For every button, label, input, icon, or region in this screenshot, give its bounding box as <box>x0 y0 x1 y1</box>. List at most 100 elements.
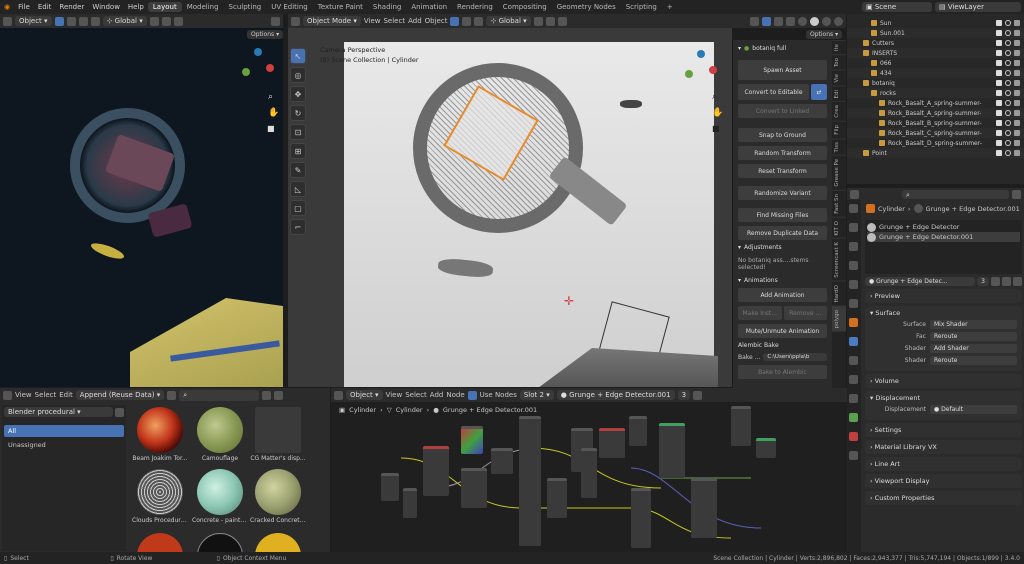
vtab-create[interactable]: Crea <box>832 101 846 122</box>
asset-library-dropdown[interactable]: Blender procedural ▾ <box>4 407 113 417</box>
material-library-panel[interactable]: › Material Library VX <box>865 440 1022 454</box>
gizmo-x-axis[interactable] <box>266 64 274 72</box>
main-proportional-icon[interactable] <box>557 16 567 26</box>
fake-user-icon[interactable] <box>991 277 1000 286</box>
render-camera-icon[interactable] <box>1014 50 1020 56</box>
asset-thumbnail-partial[interactable] <box>132 533 188 552</box>
wireframe-shading-icon[interactable] <box>798 16 807 26</box>
blender-logo-icon[interactable]: ◉ <box>0 3 14 11</box>
surface-panel-header[interactable]: ▾ Surface <box>870 309 1017 317</box>
mute-unmute-animation-button[interactable]: Mute/Unmute Animation <box>738 324 827 338</box>
workspace-tab-sculpting[interactable]: Sculpting <box>224 2 267 12</box>
bake-to-alembic-button[interactable]: Bake to Alembic <box>738 365 827 379</box>
visibility-eye-icon[interactable] <box>1005 40 1011 46</box>
asset-thumbnail[interactable]: Beam Joakim Tor... <box>132 407 188 463</box>
main-select-box-icon[interactable] <box>450 16 460 26</box>
view-layer-tab-icon[interactable] <box>849 261 858 270</box>
asset-thumbnail[interactable]: Camouflage <box>192 407 248 463</box>
vtab-tissue[interactable]: Tiss <box>832 137 846 156</box>
render-camera-icon[interactable] <box>1014 110 1020 116</box>
vtab-kit-ops[interactable]: KIT O <box>832 216 846 239</box>
exclude-checkbox-icon[interactable] <box>996 60 1002 66</box>
shader-node[interactable] <box>519 416 541 546</box>
overlay-toggle-icon[interactable] <box>774 16 783 26</box>
main-pan-icon[interactable]: ✋ <box>712 108 723 118</box>
main-menu-object[interactable]: Object <box>425 17 448 25</box>
render-camera-icon[interactable] <box>1014 80 1020 86</box>
workspace-tab-uv-editing[interactable]: UV Editing <box>266 2 313 12</box>
proportional-edit-icon[interactable] <box>173 16 183 26</box>
visibility-eye-icon[interactable] <box>1005 30 1011 36</box>
shader-node[interactable] <box>691 478 717 538</box>
shader-node[interactable] <box>461 426 483 454</box>
visibility-eye-icon[interactable] <box>1005 60 1011 66</box>
vtab-fast-snap[interactable]: Fast Sn <box>832 189 846 217</box>
outliner-row[interactable]: Rock_Basalt_D_spring-summer- <box>847 138 1024 148</box>
left-zoom-icon[interactable]: ⌕ <box>268 92 273 102</box>
scale-tool-icon[interactable]: ⊡ <box>290 124 306 140</box>
asset-display-icon[interactable] <box>167 390 177 400</box>
asset-settings-icon[interactable] <box>274 390 284 400</box>
viewport-display-panel[interactable]: › Viewport Display <box>865 474 1022 488</box>
outliner-row[interactable]: Rock_Basalt_A_spring-summer- <box>847 98 1024 108</box>
new-material-icon[interactable] <box>1002 277 1011 286</box>
main-zoom-icon[interactable]: ⌕ <box>712 92 717 102</box>
workspace-tab-scripting[interactable]: Scripting <box>621 2 662 12</box>
exclude-checkbox-icon[interactable] <box>996 40 1002 46</box>
render-camera-icon[interactable] <box>1014 70 1020 76</box>
scene-selector[interactable]: ▣ Scene <box>862 2 932 12</box>
convert-options-icon[interactable]: ⇄ <box>811 84 827 100</box>
left-object-mode-dropdown[interactable]: Object ▾ <box>15 16 52 26</box>
shader-node[interactable] <box>403 488 417 518</box>
gizmo-toggle-icon[interactable] <box>762 16 771 26</box>
render-camera-icon[interactable] <box>1014 30 1020 36</box>
physics-tab-icon[interactable] <box>849 375 858 384</box>
refresh-library-icon[interactable] <box>115 407 124 417</box>
constraints-tab-icon[interactable] <box>849 394 858 403</box>
find-missing-files-button[interactable]: Find Missing Files <box>738 208 827 222</box>
menu-file[interactable]: File <box>14 3 34 11</box>
exclude-checkbox-icon[interactable] <box>996 30 1002 36</box>
asset-thumbnail-partial[interactable] <box>250 533 306 552</box>
annotate-tool-icon[interactable]: ✎ <box>290 162 306 178</box>
vtab-flip[interactable]: Flip <box>832 121 846 138</box>
spawn-asset-button[interactable]: Spawn Asset <box>738 60 827 80</box>
main-menu-add[interactable]: Add <box>408 17 422 25</box>
visibility-eye-icon[interactable] <box>1005 50 1011 56</box>
render-camera-icon[interactable] <box>1014 90 1020 96</box>
reset-transform-button[interactable]: Reset Transform <box>738 164 827 178</box>
render-camera-icon[interactable] <box>1014 120 1020 126</box>
outliner-row[interactable]: Cutters <box>847 38 1024 48</box>
vtab-item[interactable]: Ite <box>832 40 846 55</box>
move-tool-icon[interactable]: ✥ <box>290 86 306 102</box>
exclude-checkbox-icon[interactable] <box>996 20 1002 26</box>
botaniq-panel-header[interactable]: ▾ ● botaniq full <box>738 45 827 52</box>
select-extend-icon[interactable] <box>66 16 76 26</box>
adjustments-section[interactable]: ▾ Adjustments <box>738 244 827 251</box>
shader-node-editor[interactable]: Object ▾ View Select Add Node Use Nodes … <box>331 388 847 552</box>
render-camera-icon[interactable] <box>1014 20 1020 26</box>
main-pivot-icon[interactable] <box>533 16 543 26</box>
workspace-tab-geometry-nodes[interactable]: Geometry Nodes <box>552 2 621 12</box>
gizmo-z-axis[interactable] <box>254 48 262 56</box>
main-camera-icon[interactable]: ■ <box>712 124 720 133</box>
exclude-checkbox-icon[interactable] <box>996 120 1002 126</box>
asset-thumbnail[interactable]: Concrete - painte... <box>192 469 248 525</box>
asset-search-field[interactable]: ⌕ <box>179 389 260 401</box>
vtab-view[interactable]: Vie <box>832 70 846 86</box>
bake-path-field[interactable]: C:\Users\ppla\b <box>763 353 827 361</box>
properties-options-icon[interactable] <box>1012 189 1021 199</box>
asset-menu-view[interactable]: View <box>15 391 32 399</box>
select-box-icon[interactable] <box>54 16 64 26</box>
visibility-eye-icon[interactable] <box>1005 70 1011 76</box>
render-camera-icon[interactable] <box>1014 100 1020 106</box>
displacement-panel[interactable]: ▾ Displacement Displacement ● Default <box>865 391 1022 420</box>
outliner-row[interactable]: rocks <box>847 88 1024 98</box>
world-tab-icon[interactable] <box>849 299 858 308</box>
asset-thumbnail-partial[interactable] <box>192 533 248 552</box>
main-snap-icon[interactable] <box>545 16 555 26</box>
left-options-button[interactable]: Options ▾ <box>247 30 284 39</box>
main-select-extend-icon[interactable] <box>462 16 472 26</box>
render-camera-icon[interactable] <box>1014 130 1020 136</box>
measure-tool-icon[interactable]: ◺ <box>290 181 306 197</box>
